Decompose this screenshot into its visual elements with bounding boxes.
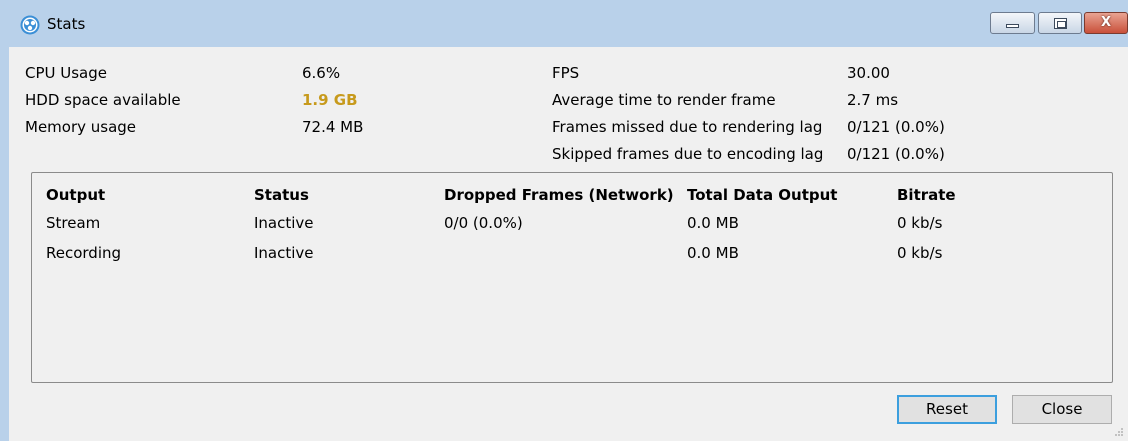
title-bar[interactable]: Stats X xyxy=(9,12,1128,46)
skipped-frames-label: Skipped frames due to encoding lag xyxy=(552,145,824,163)
recording-status-cell: Inactive xyxy=(254,244,314,262)
recording-output-cell: Recording xyxy=(46,244,122,262)
minimize-button[interactable] xyxy=(990,12,1035,34)
stream-status-cell: Inactive xyxy=(254,214,314,232)
skipped-frames-value: 0/121 (0.0%) xyxy=(847,145,945,163)
outputs-table: Output Status Dropped Frames (Network) T… xyxy=(31,172,1113,383)
column-header-bitrate: Bitrate xyxy=(897,186,956,204)
cpu-usage-label: CPU Usage xyxy=(25,64,108,82)
hdd-space-label: HDD space available xyxy=(25,91,181,109)
close-button[interactable]: Close xyxy=(1012,395,1112,424)
cpu-usage-value: 6.6% xyxy=(302,64,341,82)
stream-total-cell: 0.0 MB xyxy=(687,214,739,232)
recording-bitrate-cell: 0 kb/s xyxy=(897,244,943,262)
maximize-button[interactable] xyxy=(1038,12,1082,34)
hdd-space-value: 1.9 GB xyxy=(302,91,358,109)
column-header-status: Status xyxy=(254,186,309,204)
window-title: Stats xyxy=(47,15,86,33)
minimize-icon xyxy=(1006,24,1019,28)
avg-render-time-value: 2.7 ms xyxy=(847,91,899,109)
frames-missed-label: Frames missed due to rendering lag xyxy=(552,118,823,136)
column-header-output: Output xyxy=(46,186,106,204)
close-icon: X xyxy=(1100,15,1112,30)
stream-output-cell: Stream xyxy=(46,214,101,232)
frames-missed-value: 0/121 (0.0%) xyxy=(847,118,945,136)
recording-total-cell: 0.0 MB xyxy=(687,244,739,262)
resize-grip-icon[interactable] xyxy=(1114,427,1124,437)
stats-window: Stats X CPU Usage 6.6% HDD space availab… xyxy=(9,0,1128,441)
fps-label: FPS xyxy=(552,64,580,82)
column-header-dropped-frames: Dropped Frames (Network) xyxy=(444,186,674,204)
obs-app-icon xyxy=(20,15,40,35)
stream-dropped-cell: 0/0 (0.0%) xyxy=(444,214,523,232)
stats-panel: CPU Usage 6.6% HDD space available 1.9 G… xyxy=(9,47,1128,441)
avg-render-time-label: Average time to render frame xyxy=(552,91,776,109)
maximize-icon xyxy=(1054,18,1067,29)
reset-button[interactable]: Reset xyxy=(897,395,997,424)
memory-usage-label: Memory usage xyxy=(25,118,137,136)
column-header-total-data: Total Data Output xyxy=(687,186,838,204)
stream-bitrate-cell: 0 kb/s xyxy=(897,214,943,232)
fps-value: 30.00 xyxy=(847,64,890,82)
close-window-button[interactable]: X xyxy=(1084,12,1128,34)
memory-usage-value: 72.4 MB xyxy=(302,118,364,136)
